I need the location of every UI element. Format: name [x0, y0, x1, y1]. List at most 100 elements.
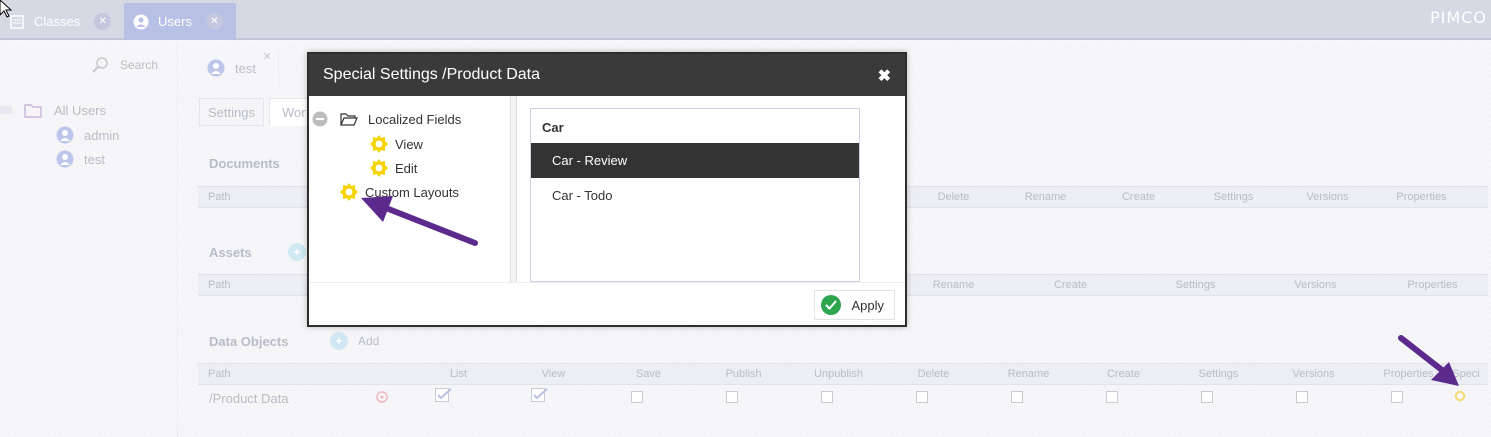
checkmark-icon[interactable]	[531, 388, 549, 402]
collapse-icon	[0, 106, 12, 114]
plus-icon: +	[288, 243, 306, 261]
tree-node-localized-fields[interactable]: Localized Fields	[312, 111, 461, 127]
column-header: Create	[1121, 191, 1156, 203]
tree-node-user[interactable]: admin	[56, 126, 119, 144]
annotation-arrow-icon	[361, 196, 478, 246]
column-path: Path	[208, 279, 231, 291]
search-label: Search	[120, 58, 159, 72]
list-item-car-review[interactable]: Car - Review	[531, 143, 859, 178]
column-header: View	[541, 368, 566, 380]
user-icon	[56, 150, 74, 168]
user-icon	[56, 126, 74, 144]
top-tab-bar: Classes ✕ Users ✕ PIMCO	[0, 0, 1491, 40]
column-header: Publish	[725, 368, 762, 380]
user-icon	[132, 13, 150, 31]
panel-splitter[interactable]	[511, 96, 517, 282]
tab-classes-label: Classes	[34, 14, 81, 29]
dialog-header: Special Settings /Product Data ✖	[309, 54, 905, 96]
checkbox[interactable]	[821, 391, 833, 403]
column-header: Unpublish	[814, 368, 863, 380]
column-header: Properties	[1396, 191, 1447, 203]
tree-node-all-users[interactable]: All Users	[0, 102, 106, 118]
tree-root-label: All Users	[54, 102, 107, 118]
apply-label: Apply	[851, 297, 884, 313]
special-settings-gear-icon[interactable]	[1453, 389, 1467, 403]
search-box[interactable]: Search	[92, 56, 158, 74]
apply-button[interactable]: Apply	[814, 290, 895, 320]
tree-node-user[interactable]: test	[56, 150, 105, 168]
tree-node-edit[interactable]: Edit	[369, 158, 417, 178]
list-item-car-todo[interactable]: Car - Todo	[531, 178, 859, 213]
tree-user-label: test	[84, 151, 105, 167]
row-path: /Product Data	[209, 391, 289, 406]
close-icon[interactable]: ✕	[94, 13, 112, 30]
column-header: Versions	[1294, 279, 1337, 291]
checkmark-icon[interactable]	[435, 388, 453, 402]
annotation-arrow-icon	[1398, 335, 1459, 386]
collapse-icon[interactable]	[312, 111, 328, 127]
settings-tree-panel: Localized Fields View Edit Custom Layout…	[309, 96, 511, 282]
target-icon[interactable]	[375, 390, 389, 404]
checkbox[interactable]	[1296, 391, 1308, 403]
column-header: Create	[1053, 279, 1088, 291]
tree-node-label: View	[395, 136, 423, 152]
column-header: Versions	[1292, 368, 1335, 380]
column-header: Settings	[1213, 191, 1254, 203]
column-header: Delete	[937, 191, 970, 203]
editor-tab-label: test	[235, 60, 256, 76]
column-header: Settings	[1198, 368, 1239, 380]
pimcore-logo: PIMCO	[1430, 8, 1487, 27]
column-header: Create	[1106, 368, 1141, 380]
add-label: Add	[358, 334, 380, 348]
checkbox[interactable]	[916, 391, 928, 403]
tab-users[interactable]: Users ✕	[124, 3, 236, 40]
column-header: List	[449, 368, 468, 380]
tab-users-label: Users	[158, 14, 192, 29]
plus-icon: +	[330, 332, 348, 350]
tree-user-label: admin	[84, 127, 120, 143]
add-data-object-button[interactable]: + Add	[330, 332, 379, 350]
checkbox[interactable]	[631, 391, 643, 403]
close-icon[interactable]: ✖	[878, 66, 891, 86]
column-header: Properties	[1407, 279, 1458, 291]
column-header: Save	[635, 368, 662, 380]
column-header: Versions	[1306, 191, 1349, 203]
folder-open-icon	[340, 113, 358, 126]
checkbox[interactable]	[1011, 391, 1023, 403]
tree-node-label: Edit	[395, 160, 418, 176]
close-icon[interactable]: ✕	[205, 13, 223, 30]
folder-icon	[24, 104, 42, 118]
classes-icon	[8, 13, 26, 31]
tree-node-label: Localized Fields	[368, 111, 462, 127]
section-documents-title: Documents	[209, 156, 280, 171]
search-icon	[92, 57, 108, 73]
data-objects-header-row: Path List View Save Publish Unpublish De…	[198, 363, 1488, 385]
custom-layouts-list: Car Car - Review Car - Todo	[530, 108, 860, 282]
column-path: Path	[208, 368, 231, 380]
column-header: Rename	[932, 279, 975, 291]
checkbox[interactable]	[1391, 391, 1403, 403]
section-assets-title: Assets	[209, 245, 252, 260]
column-header: Rename	[1007, 368, 1050, 380]
list-group-header: Car	[542, 120, 564, 135]
checkbox[interactable]	[726, 391, 738, 403]
subtab-settings[interactable]: Settings	[199, 98, 264, 126]
checkbox[interactable]	[1201, 391, 1213, 403]
section-data-objects-title: Data Objects	[209, 334, 289, 349]
special-settings-dialog: Special Settings /Product Data ✖ Localiz…	[307, 52, 907, 327]
checkbox[interactable]	[1106, 391, 1118, 403]
gear-icon	[370, 135, 388, 153]
user-icon	[207, 59, 225, 77]
column-header: Settings	[1175, 279, 1216, 291]
column-header: Rename	[1024, 191, 1067, 203]
close-icon[interactable]: ✕	[263, 50, 272, 63]
gear-icon	[370, 159, 388, 177]
tree-node-view[interactable]: View	[369, 134, 423, 154]
dialog-title: Special Settings /Product Data	[323, 66, 541, 83]
gear-icon	[340, 183, 358, 201]
editor-tab-test[interactable]: test ✕	[187, 50, 279, 86]
column-header: Delete	[917, 368, 950, 380]
tab-classes[interactable]: Classes ✕	[0, 3, 122, 40]
column-path: Path	[208, 191, 231, 203]
check-icon	[821, 295, 842, 315]
